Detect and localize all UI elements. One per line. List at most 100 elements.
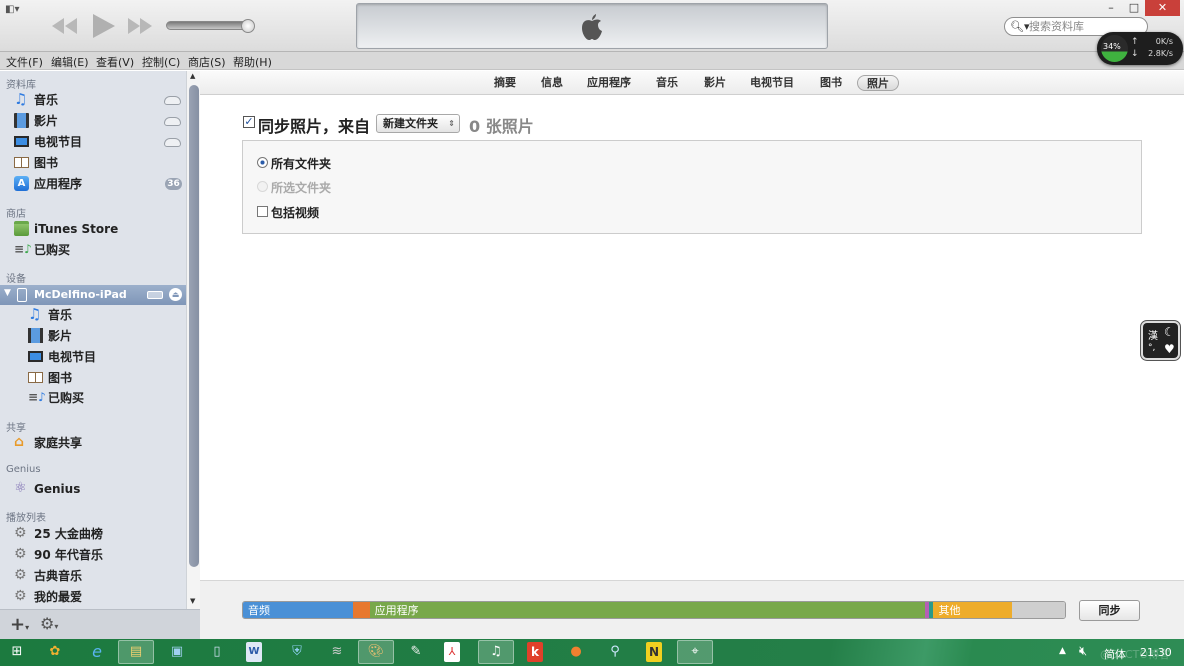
volume-slider-knob[interactable]	[241, 19, 255, 33]
play-button[interactable]	[93, 14, 115, 38]
sync-button[interactable]: 同步	[1079, 600, 1140, 621]
sidebar-item-movies[interactable]: 影片	[14, 111, 184, 131]
menu-view[interactable]: 查看(V)	[96, 54, 134, 70]
kingsoft-icon[interactable]: k	[527, 642, 543, 662]
minimize-button[interactable]: –	[1098, 0, 1124, 16]
firefox-icon[interactable]: ●	[565, 642, 587, 662]
moon-icon[interactable]: ☾	[1164, 325, 1175, 339]
eject-button[interactable]: ⏏	[169, 288, 182, 301]
sidebar-footer: +▾ ⚙▾	[0, 609, 200, 639]
ime-toolbar[interactable]: 漢 ☾ °, ♥	[1141, 321, 1180, 360]
notes-n-icon[interactable]: N	[646, 642, 662, 662]
menu-help[interactable]: 帮助(H)	[233, 54, 272, 70]
menu-store[interactable]: 商店(S)	[188, 54, 226, 70]
scroll-up-arrow-icon[interactable]: ▲	[190, 72, 195, 80]
scrollbar-thumb[interactable]	[189, 85, 199, 567]
sidebar-item-genius[interactable]: ⚛ Genius	[14, 479, 184, 499]
sidebar-item-purchased[interactable]: ≡♪ 已购买	[14, 240, 184, 260]
maximize-button[interactable]: □	[1124, 0, 1144, 16]
selected-folders-label[interactable]: 所选文件夹	[271, 179, 331, 196]
book-icon	[28, 372, 43, 383]
menu-edit[interactable]: 编辑(E)	[51, 54, 89, 70]
device-item-music[interactable]: ♫ 音乐	[28, 305, 186, 325]
device-item-tv-shows[interactable]: 电视节目	[28, 347, 186, 367]
tab-tv-shows[interactable]: 电视节目	[744, 75, 800, 91]
cloud-icon[interactable]	[164, 96, 181, 105]
previous-track-button[interactable]	[52, 18, 78, 34]
search-placeholder: 搜索资料库	[1029, 20, 1084, 33]
ime-punct-label[interactable]: °,	[1148, 343, 1155, 353]
word-icon[interactable]: W	[246, 642, 262, 662]
tab-music[interactable]: 音乐	[650, 75, 684, 91]
include-videos-checkbox[interactable]	[257, 206, 268, 217]
playlist-item[interactable]: ⚙ 古典音乐	[14, 566, 184, 586]
device-item-movies[interactable]: 影片	[28, 326, 186, 346]
volume-slider[interactable]	[166, 21, 250, 30]
device-item-purchased[interactable]: ≡♪ 已购买	[28, 388, 186, 408]
all-folders-label[interactable]: 所有文件夹	[271, 155, 331, 172]
device-item-books[interactable]: 图书	[28, 368, 186, 388]
menu-controls[interactable]: 控制(C)	[142, 54, 180, 70]
sync-photos-label[interactable]: 同步照片，来自	[258, 113, 370, 137]
sidebar-item-music[interactable]: ♫ 音乐	[14, 90, 184, 110]
tab-books[interactable]: 图书	[814, 75, 848, 91]
selected-folders-radio[interactable]	[257, 181, 268, 192]
cursor-tool-icon[interactable]: ⌖	[677, 640, 713, 664]
menu-file[interactable]: 文件(F)	[6, 54, 43, 70]
sync-photos-checkbox[interactable]: ✓	[243, 116, 255, 128]
include-videos-label[interactable]: 包括视频	[271, 204, 319, 221]
device-row-selected[interactable]: ▼ McDelfino-iPad ⏏	[0, 285, 186, 305]
scroll-down-arrow-icon[interactable]: ▼	[190, 597, 195, 605]
app-o-icon[interactable]: ⚲	[604, 642, 626, 662]
tab-photos[interactable]: 照片	[857, 75, 899, 91]
add-playlist-button[interactable]: +▾	[10, 614, 29, 635]
playlist-item[interactable]: ⚙ 25 大金曲榜	[14, 524, 184, 544]
pdf-reader-icon[interactable]: ⅄	[444, 642, 460, 662]
tray-expand-icon[interactable]: ▲	[1059, 646, 1066, 656]
sidebar-item-itunes-store[interactable]: iTunes Store	[14, 219, 184, 239]
volume-muted-icon[interactable]: 🔇︎	[1079, 644, 1087, 659]
sidebar-toggle-icon[interactable]: ◧▾	[5, 4, 21, 15]
sidebar-item-books[interactable]: 图书	[14, 153, 184, 173]
close-button[interactable]: ✕	[1145, 0, 1180, 16]
settings-gear-button[interactable]: ⚙▾	[40, 614, 58, 633]
tab-apps[interactable]: 应用程序	[581, 75, 637, 91]
windows-start-button[interactable]: ⊞	[6, 642, 28, 662]
capacity-footer: 音频 应用程序 其他 同步	[200, 580, 1184, 639]
heart-icon[interactable]: ♥	[1164, 342, 1175, 356]
ime-mode-label[interactable]: 漢	[1148, 327, 1158, 342]
tab-summary[interactable]: 摘要	[488, 75, 522, 91]
pen-tool-icon[interactable]: ✎	[405, 642, 427, 662]
sync-options-box: 所有文件夹 所选文件夹 包括视频	[242, 140, 1142, 234]
network-monitor-widget: 34% ↑ ↓ 0K/s 2.8K/s	[1097, 32, 1183, 65]
itunes-icon[interactable]: ♫	[478, 640, 514, 664]
notepad-icon[interactable]: ▯	[206, 642, 228, 662]
cpu-percent: 34%	[1103, 42, 1121, 51]
playlist-item[interactable]: ⚙ 我的最爱	[14, 587, 184, 607]
tab-movies[interactable]: 影片	[698, 75, 732, 91]
file-explorer-icon[interactable]: ▤	[118, 640, 154, 664]
sidebar-item-tv-shows[interactable]: 电视节目	[14, 132, 184, 152]
control-panel-icon[interactable]: ▣	[166, 642, 188, 662]
sidebar-item-apps[interactable]: A 应用程序 36	[14, 174, 184, 194]
playlist-item[interactable]: ⚙ 90 年代音乐	[14, 545, 184, 565]
tv-icon	[14, 136, 29, 147]
capacity-segment-2: 应用程序	[369, 602, 926, 618]
cloud-icon[interactable]	[164, 138, 181, 147]
disclosure-triangle-icon[interactable]: ▼	[4, 288, 11, 298]
photo-source-select[interactable]: 新建文件夹 ⇕	[376, 114, 460, 133]
tab-info[interactable]: 信息	[535, 75, 569, 91]
photo-app-icon[interactable]: ✿	[44, 642, 66, 662]
all-folders-radio[interactable]	[257, 157, 268, 168]
wifi-tool-icon[interactable]: ≋	[326, 642, 348, 662]
next-track-button[interactable]	[128, 18, 152, 34]
internet-explorer-icon[interactable]: e	[86, 642, 108, 662]
sidebar-scrollbar[interactable]: ▲ ▼	[186, 71, 200, 609]
app-store-bag-icon[interactable]: ⛨	[286, 642, 308, 662]
search-icon[interactable]: 🔍︎▾	[1010, 18, 1030, 35]
cloud-icon[interactable]	[164, 117, 181, 126]
sidebar-item-home-sharing[interactable]: ⌂ 家庭共享	[14, 433, 184, 453]
shared-heading: 共享	[6, 423, 26, 434]
paint-icon[interactable]: 🎨︎	[358, 640, 394, 664]
sidebar-item-label: 电视节目	[34, 135, 83, 149]
